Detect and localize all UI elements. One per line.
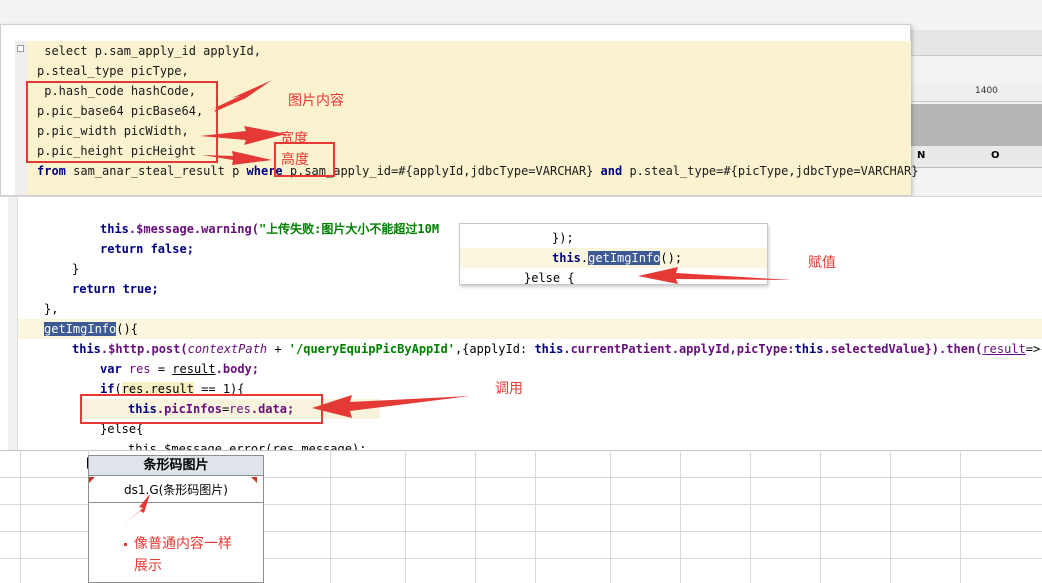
arrow-icon <box>202 151 272 165</box>
arrow-icon <box>122 494 150 526</box>
arrow-icon <box>312 395 470 418</box>
arrow-icon <box>200 126 286 145</box>
arrow-icon <box>206 80 272 112</box>
annotation-arrows <box>122 80 792 526</box>
arrow-icon <box>638 267 792 284</box>
